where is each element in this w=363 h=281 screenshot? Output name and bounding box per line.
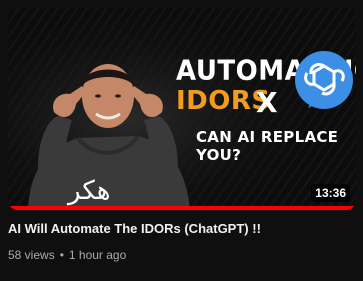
duration-badge: 13:36 — [311, 184, 350, 202]
video-title[interactable]: AI Will Automate The IDORs (ChatGPT) !! — [8, 220, 356, 238]
watch-progress-bar — [8, 206, 356, 210]
thumbnail-subtitle: CAN AI REPLACE YOU? — [196, 128, 339, 164]
video-metadata: 58 views • 1 hour ago — [8, 248, 126, 262]
shirt-text: هكر — [68, 176, 111, 206]
video-card[interactable]: AUTOMATING IDORS X CAN AI REPLACE YOU? ه… — [0, 0, 363, 281]
upload-age: 1 hour ago — [68, 248, 127, 262]
watch-progress-fill — [8, 206, 356, 210]
video-thumbnail[interactable]: AUTOMATING IDORS X CAN AI REPLACE YOU? ه… — [8, 8, 356, 210]
thumbnail-x-mark: X — [256, 86, 278, 119]
chatgpt-logo-icon — [295, 51, 353, 109]
meta-separator: • — [59, 248, 64, 262]
view-count: 58 views — [8, 248, 55, 262]
